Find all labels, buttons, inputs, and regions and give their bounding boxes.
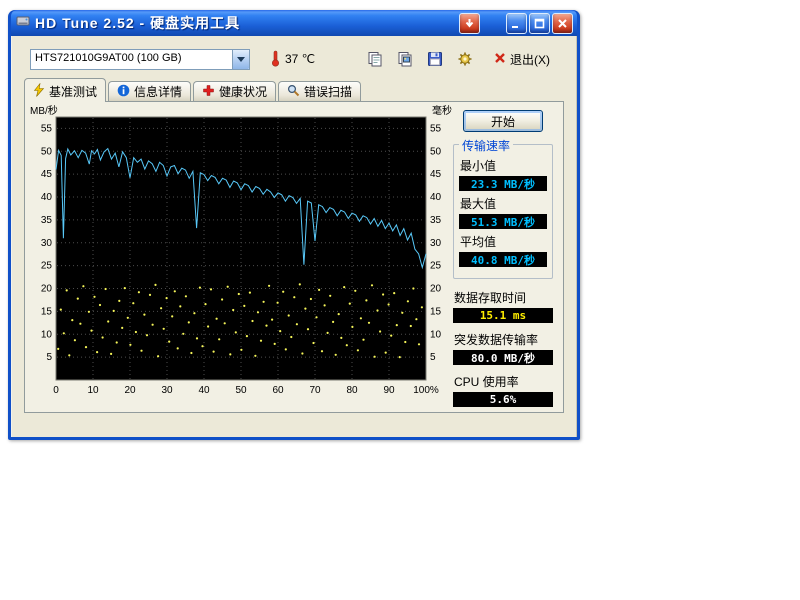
max-label: 最大值 [460, 195, 547, 212]
exit-button[interactable]: 退出(X) [494, 51, 550, 68]
tab-error-scan[interactable]: 错误扫描 [278, 81, 361, 101]
svg-text:90: 90 [383, 385, 395, 396]
transfer-rate-group-title: 传输速率 [459, 137, 513, 154]
tab-info-label: 信息详情 [134, 83, 182, 100]
save-icon[interactable] [424, 49, 446, 69]
svg-text:25: 25 [41, 261, 53, 272]
min-value: 23.3 MB/秒 [459, 176, 547, 191]
svg-text:40: 40 [41, 192, 53, 203]
copy-text-icon[interactable] [364, 49, 386, 69]
close-button[interactable] [552, 13, 573, 34]
access-time-label: 数据存取时间 [454, 289, 553, 306]
thermometer-icon [270, 49, 281, 70]
svg-text:25: 25 [430, 261, 442, 272]
svg-text:30: 30 [161, 385, 173, 396]
svg-text:10: 10 [87, 385, 99, 396]
info-icon [117, 84, 130, 100]
exit-x-icon [494, 52, 506, 67]
svg-text:35: 35 [430, 215, 442, 226]
tab-health-label: 健康状况 [219, 83, 267, 100]
svg-text:50: 50 [41, 146, 53, 157]
svg-text:60: 60 [272, 385, 284, 396]
svg-text:10: 10 [430, 329, 442, 340]
titlebar[interactable]: HD Tune 2.52 - 硬盘实用工具 [11, 10, 577, 36]
magnifier-icon [287, 84, 300, 100]
exit-label: 退出(X) [510, 51, 550, 68]
cpu-usage-label: CPU 使用率 [454, 373, 553, 390]
roll-down-button[interactable] [459, 13, 480, 34]
hdtune-window: HD Tune 2.52 - 硬盘实用工具 HTS721010G9AT00 (1… [8, 10, 580, 440]
svg-text:45: 45 [41, 169, 53, 180]
svg-text:MB/秒: MB/秒 [30, 104, 58, 117]
tab-info[interactable]: 信息详情 [108, 81, 191, 101]
svg-text:15: 15 [430, 306, 442, 317]
tab-bar: 基准测试 信息详情 健康状况 错误扫描 [24, 78, 576, 102]
svg-text:5: 5 [430, 352, 436, 363]
maximize-button[interactable] [529, 13, 550, 34]
svg-text:55: 55 [430, 123, 442, 134]
app-icon [16, 14, 30, 33]
svg-text:40: 40 [198, 385, 210, 396]
temperature-value: 37 ℃ [285, 52, 315, 66]
temperature-indicator: 37 ℃ [270, 49, 315, 70]
options-icon[interactable] [454, 49, 476, 69]
health-cross-icon [202, 84, 215, 100]
svg-text:20: 20 [41, 284, 53, 295]
svg-text:0: 0 [53, 385, 59, 396]
svg-text:45: 45 [430, 169, 442, 180]
svg-text:80: 80 [346, 385, 358, 396]
drive-select[interactable]: HTS721010G9AT00 (100 GB) [30, 49, 250, 70]
drive-select-arrow[interactable] [232, 50, 249, 69]
transfer-rate-group: 传输速率 最小值 23.3 MB/秒 最大值 51.3 MB/秒 平均值 40.… [453, 144, 553, 279]
minimize-button[interactable] [506, 13, 527, 34]
max-value: 51.3 MB/秒 [459, 214, 547, 229]
svg-text:55: 55 [41, 123, 53, 134]
chart-svg: 5510101515202025253030353540404545505055… [29, 104, 453, 404]
svg-text:40: 40 [430, 192, 442, 203]
burst-rate-value: 80.0 MB/秒 [453, 350, 553, 365]
svg-text:50: 50 [430, 146, 442, 157]
svg-text:毫秒: 毫秒 [432, 104, 452, 117]
drive-select-value: HTS721010G9AT00 (100 GB) [31, 50, 232, 69]
tab-health[interactable]: 健康状况 [193, 81, 276, 101]
lightning-icon [33, 83, 45, 100]
client-area: HTS721010G9AT00 (100 GB) 37 ℃ [11, 36, 577, 437]
tab-benchmark[interactable]: 基准测试 [24, 78, 106, 102]
svg-text:15: 15 [41, 306, 53, 317]
svg-text:50: 50 [235, 385, 247, 396]
benchmark-panel: 5510101515202025253030353540404545505055… [24, 101, 564, 413]
window-title: HD Tune 2.52 - 硬盘实用工具 [35, 13, 457, 33]
svg-text:70: 70 [309, 385, 321, 396]
cpu-usage-value: 5.6% [453, 392, 553, 407]
access-time-value: 15.1 ms [453, 308, 553, 323]
svg-text:35: 35 [41, 215, 53, 226]
tab-benchmark-label: 基准测试 [49, 83, 97, 100]
svg-text:30: 30 [41, 238, 53, 249]
svg-text:10: 10 [41, 329, 53, 340]
avg-value: 40.8 MB/秒 [459, 252, 547, 267]
stats-sidebar: 开始 传输速率 最小值 23.3 MB/秒 最大值 51.3 MB/秒 平均值 … [453, 110, 553, 411]
svg-text:30: 30 [430, 238, 442, 249]
svg-text:5: 5 [46, 352, 52, 363]
benchmark-chart: 5510101515202025253030353540404545505055… [29, 104, 453, 409]
tab-error-scan-label: 错误扫描 [304, 83, 352, 100]
svg-text:100%: 100% [413, 385, 439, 396]
svg-text:20: 20 [430, 284, 442, 295]
start-button[interactable]: 开始 [463, 110, 543, 132]
avg-label: 平均值 [460, 233, 547, 250]
copy-image-icon[interactable] [394, 49, 416, 69]
svg-text:20: 20 [124, 385, 136, 396]
burst-rate-label: 突发数据传输率 [454, 331, 553, 348]
toolbar-icons [364, 49, 476, 69]
min-label: 最小值 [460, 157, 547, 174]
chevron-down-icon [237, 57, 245, 62]
toolbar: HTS721010G9AT00 (100 GB) 37 ℃ [12, 36, 576, 72]
